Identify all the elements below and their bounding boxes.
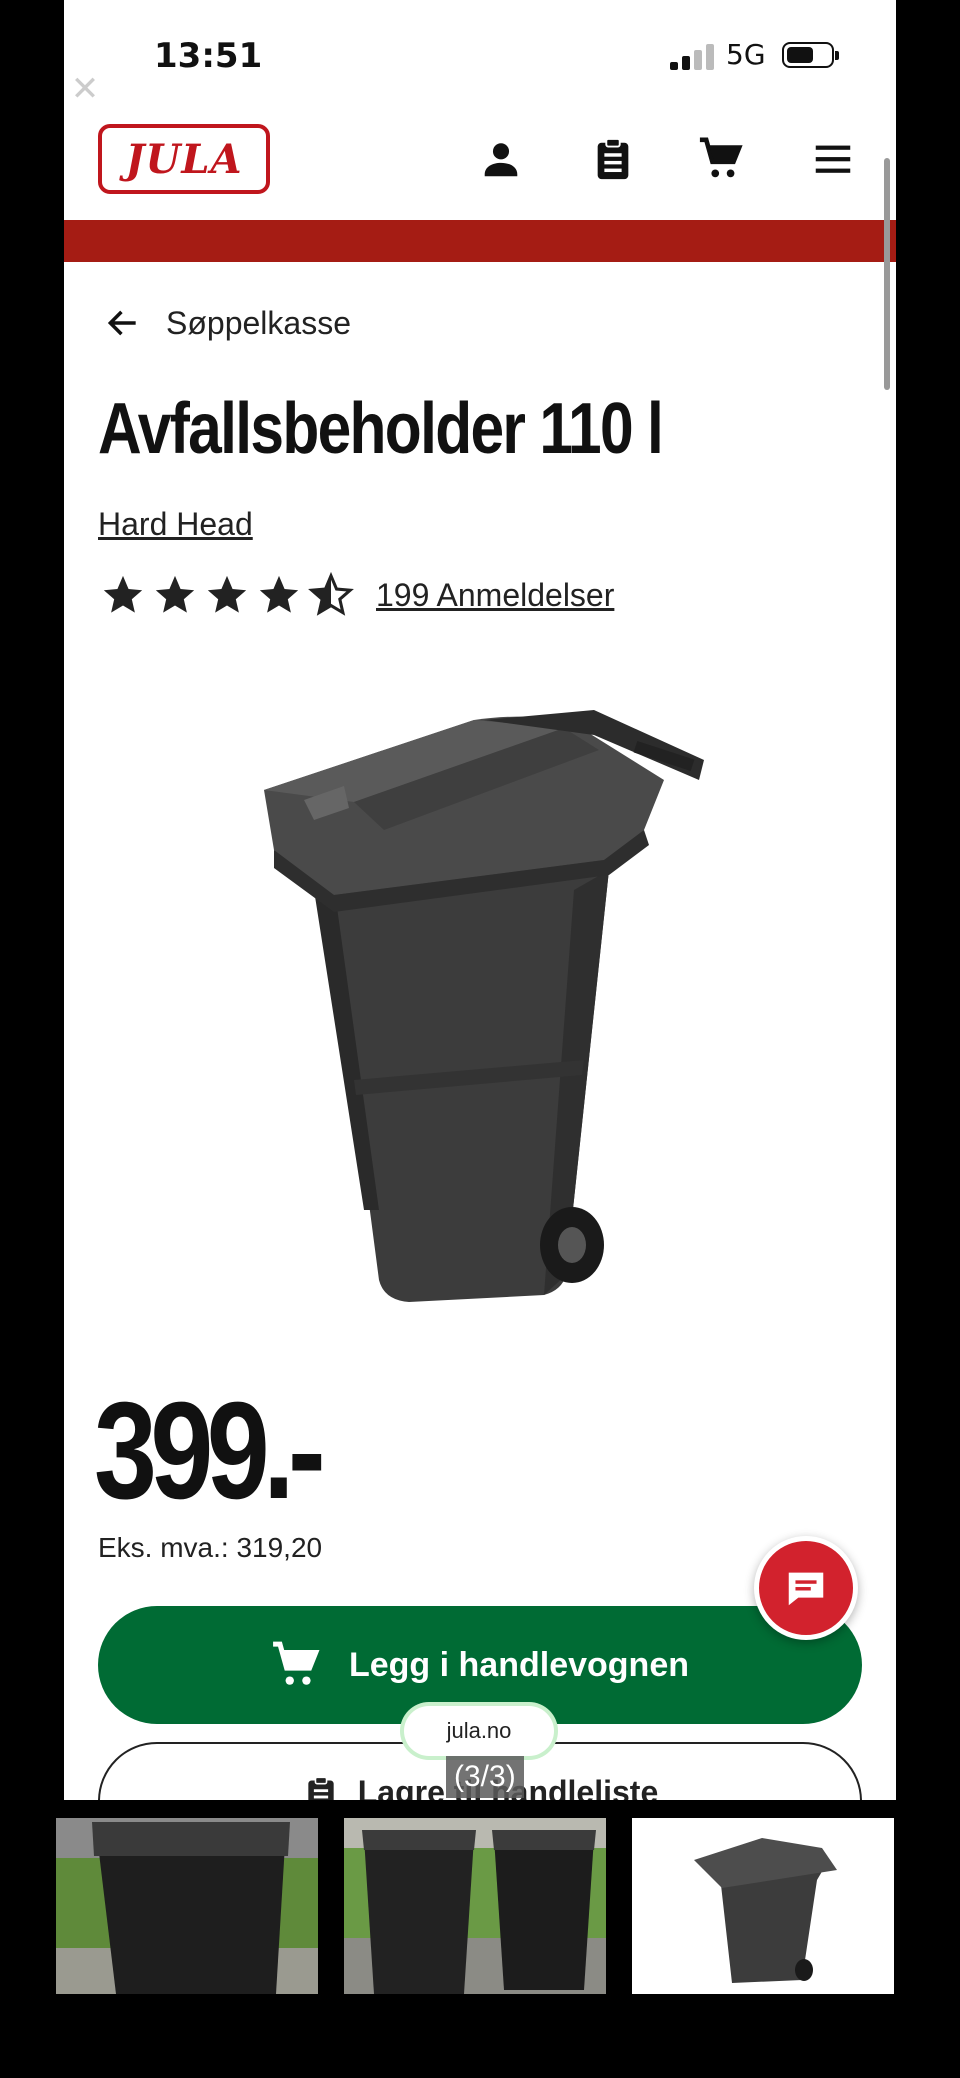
rating[interactable]: 199 Anmeldelser xyxy=(100,572,614,618)
thumbnail-3[interactable] xyxy=(632,1818,894,1994)
image-counter: (3/3) xyxy=(446,1756,524,1798)
price: 399.- xyxy=(94,1374,326,1528)
cart-icon xyxy=(273,1641,320,1685)
cart-icon[interactable] xyxy=(698,136,744,182)
thumbnail-image xyxy=(344,1818,606,1994)
product-title: Avfallsbeholder 110 l xyxy=(98,389,664,469)
thumbnail-image xyxy=(56,1818,318,1994)
network-label: 5G xyxy=(726,38,766,71)
shopping-list-icon[interactable] xyxy=(590,136,636,182)
status-bar: 13:51 5G xyxy=(64,0,896,110)
reviews-link[interactable]: 199 Anmeldelser xyxy=(376,577,614,614)
product-image[interactable] xyxy=(244,690,724,1310)
chat-icon xyxy=(788,1572,824,1606)
thumbnail-2[interactable] xyxy=(344,1818,606,1994)
status-time: 13:51 xyxy=(154,36,263,76)
battery-icon xyxy=(782,42,839,68)
star-icon xyxy=(103,575,143,613)
half-star-icon xyxy=(308,572,354,616)
jula-logo[interactable]: JULA xyxy=(98,124,270,194)
thumbnail-1[interactable] xyxy=(56,1818,318,1994)
signal-icon xyxy=(670,42,714,70)
scrollbar[interactable] xyxy=(884,158,890,390)
thumbnail-strip xyxy=(0,1818,960,1994)
brand-link[interactable]: Hard Head xyxy=(98,506,253,543)
browser-viewport: 13:51 5G JULA ✕ Søppelkasse Avfallsbehol… xyxy=(64,0,896,1800)
star-icon xyxy=(259,575,299,613)
breadcrumb-label: Søppelkasse xyxy=(166,304,351,341)
price-ex-vat: Eks. mva.: 319,20 xyxy=(98,1532,323,1563)
close-icon[interactable]: ✕ xyxy=(66,70,104,108)
breadcrumb[interactable]: Søppelkasse xyxy=(104,300,351,346)
menu-icon[interactable] xyxy=(810,136,856,182)
chat-button[interactable] xyxy=(754,1536,858,1640)
star-icon xyxy=(155,575,195,613)
header-red-bar xyxy=(64,220,896,262)
add-to-cart-label: Legg i handlevognen xyxy=(348,1645,690,1684)
site-header: JULA xyxy=(64,110,896,220)
star-icon xyxy=(207,575,247,613)
domain-label: jula.no xyxy=(404,1706,554,1756)
shopping-list-icon xyxy=(308,1776,334,1800)
back-arrow-icon xyxy=(107,310,136,336)
user-icon[interactable] xyxy=(478,136,524,182)
thumbnail-image xyxy=(632,1818,894,1994)
